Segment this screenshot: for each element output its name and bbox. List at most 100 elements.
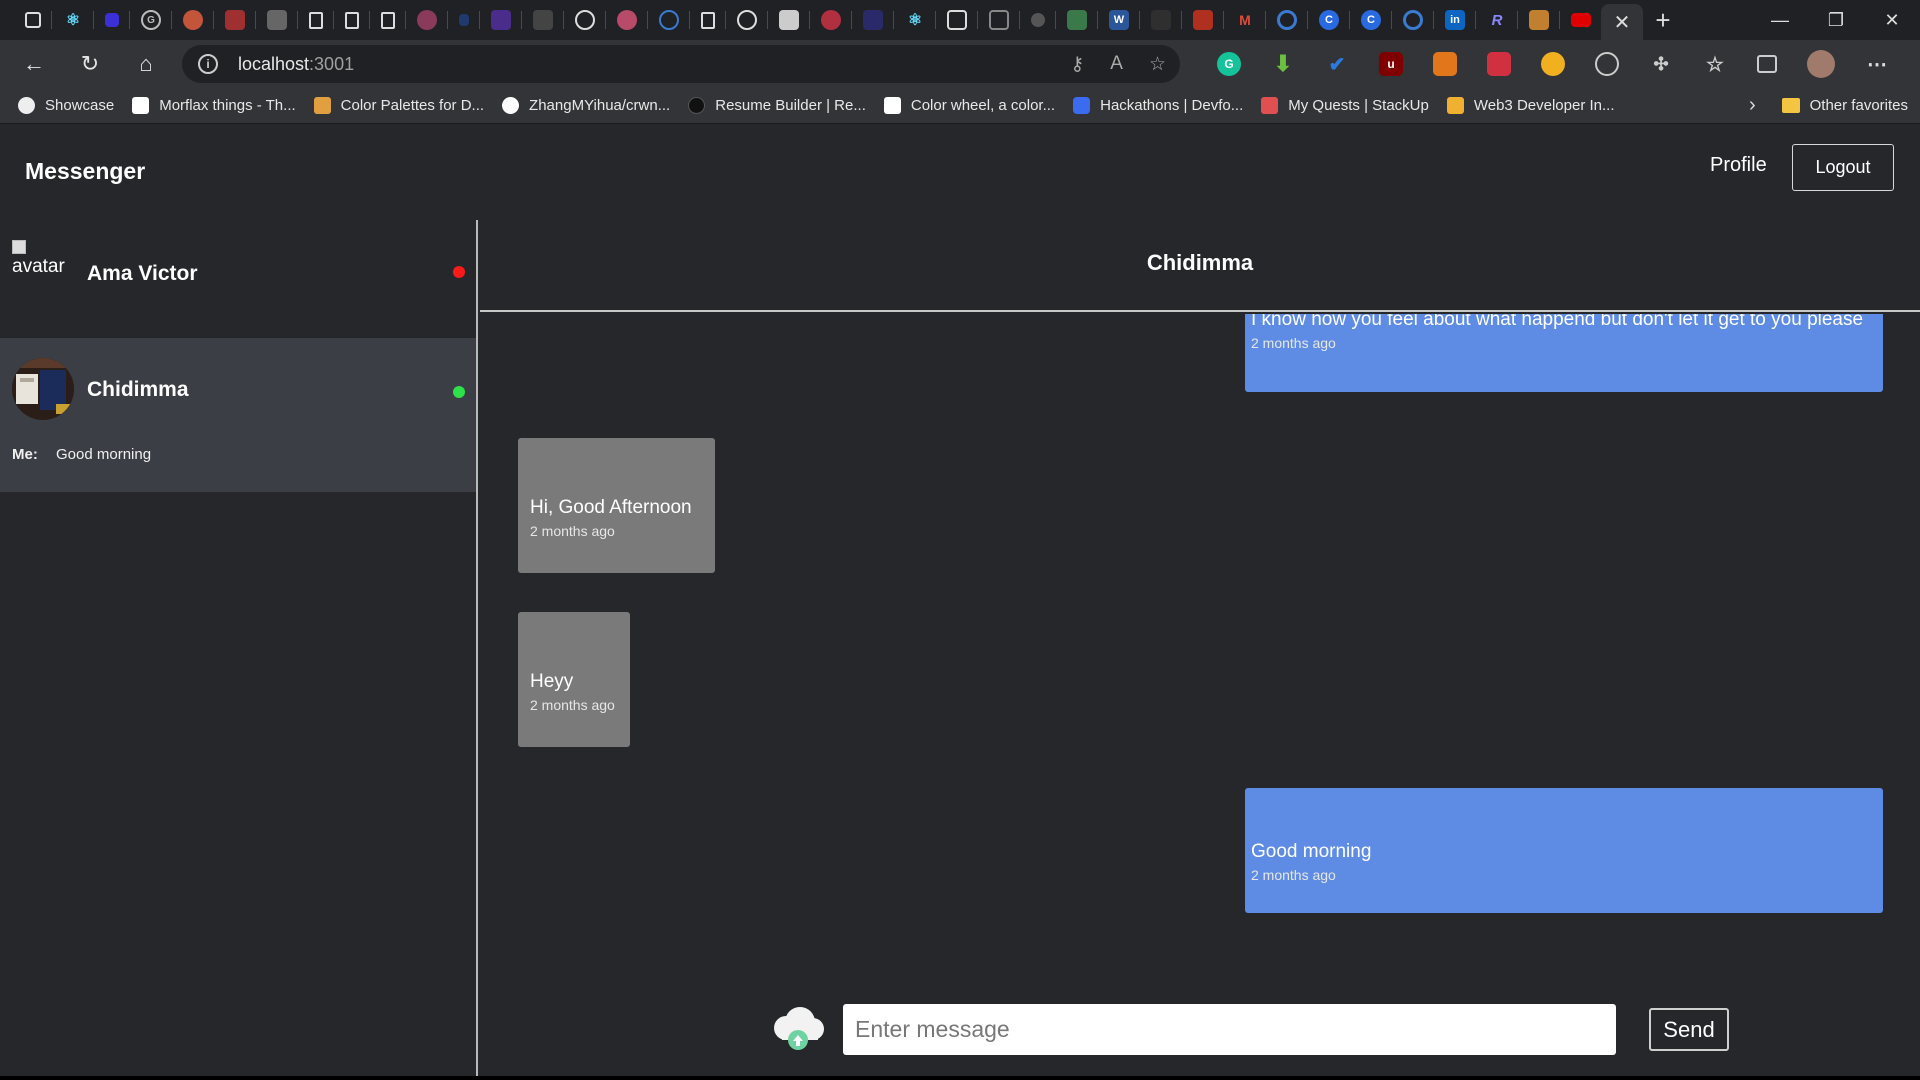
react-tab-icon[interactable]: ⚛ <box>905 10 925 30</box>
app-brand[interactable]: Messenger <box>25 158 145 185</box>
restore-icon[interactable]: ❐ <box>1808 0 1864 40</box>
bookmark-item[interactable]: Resume Builder | Re... <box>688 97 866 114</box>
metamask-icon[interactable] <box>1433 52 1457 76</box>
tab-icon[interactable]: C <box>1319 10 1339 30</box>
more-menu-icon[interactable]: ⋯ <box>1865 52 1889 76</box>
back-icon[interactable]: ← <box>12 46 56 82</box>
reddit-tab-icon[interactable] <box>183 10 203 30</box>
tab-icon[interactable] <box>1529 10 1549 30</box>
bookmark-item[interactable]: Color Palettes for D... <box>313 97 484 114</box>
tab-separator <box>851 11 852 29</box>
document-tab-icon[interactable] <box>309 11 323 29</box>
tab-icon[interactable] <box>1193 10 1213 30</box>
circle-tab-icon[interactable] <box>575 10 595 30</box>
bookmark-item[interactable]: ZhangMYihua/crwn... <box>502 97 670 114</box>
tab-icon[interactable] <box>267 10 287 30</box>
tab-separator <box>1097 11 1098 29</box>
upload-cloud-icon[interactable] <box>768 1002 828 1052</box>
logout-button[interactable]: Logout <box>1792 144 1894 191</box>
minimize-icon[interactable]: — <box>1752 0 1808 40</box>
tab-icon[interactable]: C <box>1361 10 1381 30</box>
tab-icon[interactable] <box>947 10 967 30</box>
contact-item-chidimma[interactable]: Chidimma Me: Good morning <box>0 338 476 492</box>
bookmark-item[interactable]: Web3 Developer In... <box>1446 97 1615 114</box>
gmail-tab-icon[interactable]: M <box>1235 10 1255 30</box>
message-text: Good morning <box>1251 841 1372 862</box>
tab-icon[interactable] <box>863 10 883 30</box>
tab-separator <box>1181 11 1182 29</box>
ublock-icon[interactable]: u <box>1379 52 1403 76</box>
linkedin-tab-icon[interactable]: in <box>1445 10 1465 30</box>
target-icon[interactable] <box>1595 52 1619 76</box>
react-tab-icon[interactable]: ⚛ <box>63 10 83 30</box>
key-icon[interactable]: ⚷ <box>1070 53 1084 76</box>
profile-link[interactable]: Profile <box>1710 154 1767 177</box>
active-tab[interactable]: ✕ <box>1601 4 1643 40</box>
home-icon[interactable]: ⌂ <box>124 46 168 82</box>
folder-icon <box>1781 98 1800 113</box>
address-bar[interactable]: i localhost:3001 ⚷ A ☆ <box>182 45 1180 83</box>
tab-icon[interactable] <box>821 10 841 30</box>
read-aloud-icon[interactable]: A <box>1110 53 1123 76</box>
new-tab-button[interactable]: + <box>1643 0 1683 40</box>
tab-close-icon[interactable]: ✕ <box>1614 10 1631 35</box>
favorites-icon[interactable]: ☆ <box>1703 52 1727 76</box>
chevron-right-icon[interactable]: › <box>1749 94 1756 117</box>
tab-icon[interactable] <box>225 10 245 30</box>
tab-icon[interactable]: R <box>1487 10 1507 30</box>
tab-icon[interactable] <box>1403 10 1423 30</box>
reload-icon[interactable]: ↻ <box>68 46 112 82</box>
url-text[interactable]: localhost:3001 <box>238 54 354 75</box>
bookmark-favicon-icon <box>18 97 35 114</box>
bookmark-item[interactable]: Showcase <box>18 97 114 114</box>
tab-icon[interactable] <box>1067 10 1087 30</box>
contact-item-ama-victor[interactable]: avatar Ama Victor <box>0 220 476 338</box>
extension-icon[interactable] <box>1541 52 1565 76</box>
bookmark-item[interactable]: My Quests | StackUp <box>1261 97 1429 114</box>
bookmark-item[interactable]: Color wheel, a color... <box>883 97 1056 114</box>
apple-tab-icon[interactable] <box>1031 13 1045 27</box>
avatar-alt-text: avatar <box>12 256 65 277</box>
tab-icon[interactable] <box>459 14 469 26</box>
tab-icon[interactable] <box>989 10 1009 30</box>
bookmark-label: Color wheel, a color... <box>910 97 1056 114</box>
tab-icon[interactable] <box>1277 10 1297 30</box>
document-tab-icon[interactable] <box>381 11 395 29</box>
extensions-puzzle-icon[interactable]: ✣ <box>1649 52 1673 76</box>
grammarly-icon[interactable]: G <box>1217 52 1241 76</box>
tab-separator <box>935 11 936 29</box>
tab-icon[interactable] <box>417 10 437 30</box>
tab-icon[interactable] <box>533 10 553 30</box>
tab-icon[interactable] <box>491 10 511 30</box>
site-info-icon[interactable]: i <box>198 54 218 74</box>
message-list[interactable]: I know how you feel about what happend b… <box>480 314 1920 954</box>
close-window-icon[interactable]: ✕ <box>1864 0 1920 40</box>
profile-avatar[interactable] <box>1807 50 1835 78</box>
bookmark-item[interactable]: Morflax things - Th... <box>132 97 296 114</box>
chat-panel: Chidimma I know how you feel about what … <box>480 220 1920 1080</box>
bookmark-item[interactable]: Hackathons | Devfo... <box>1073 97 1243 114</box>
collections-icon[interactable] <box>1757 55 1777 73</box>
add-favorite-icon[interactable]: ☆ <box>1149 53 1166 76</box>
send-button[interactable]: Send <box>1649 1008 1729 1051</box>
message-input[interactable] <box>843 1004 1616 1055</box>
tab-icon[interactable] <box>1151 10 1171 30</box>
other-favorites-folder[interactable]: Other favorites <box>1781 97 1908 114</box>
word-tab-icon[interactable]: W <box>1109 10 1129 30</box>
extension-icon[interactable] <box>1487 52 1511 76</box>
google-tab-icon[interactable]: G <box>141 10 161 30</box>
download-extension-icon[interactable]: ⬇ <box>1271 51 1295 76</box>
tab-icon[interactable] <box>105 13 119 27</box>
tab-separator <box>1265 11 1266 29</box>
bookmark-favicon-icon <box>1073 97 1091 114</box>
tab-icon[interactable] <box>779 10 799 30</box>
document-tab-icon[interactable] <box>345 11 359 29</box>
bookmark-label: My Quests | StackUp <box>1288 97 1429 114</box>
github-tab-icon[interactable] <box>737 10 757 30</box>
todo-extension-icon[interactable]: ✔ <box>1325 52 1349 76</box>
youtube-tab-icon[interactable] <box>1571 13 1591 27</box>
tab-icon[interactable] <box>659 10 679 30</box>
tab-actions-icon[interactable] <box>25 12 41 28</box>
document-tab-icon[interactable] <box>701 11 715 29</box>
dribbble-tab-icon[interactable] <box>617 10 637 30</box>
